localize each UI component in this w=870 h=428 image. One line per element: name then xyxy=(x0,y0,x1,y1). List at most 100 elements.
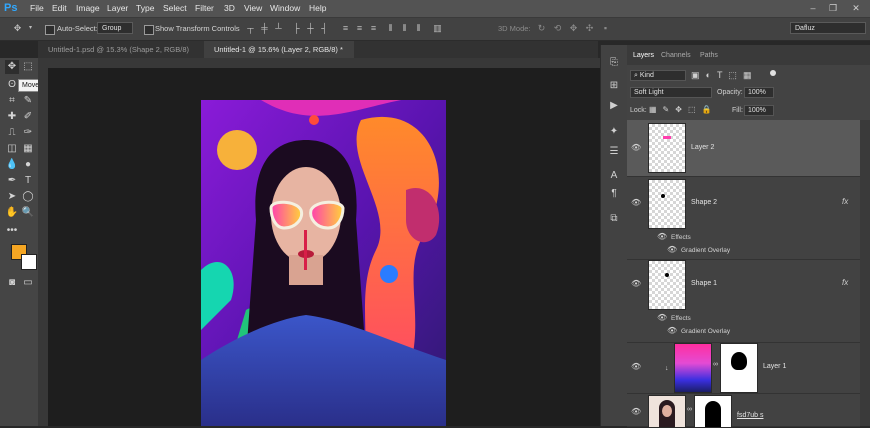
menu-edit[interactable]: Edit xyxy=(52,0,67,17)
link-icon[interactable]: ∞ xyxy=(713,361,718,368)
tab-untitled-1[interactable]: Untitled-1 @ 15.6% (Layer 2, RGB/8) * × xyxy=(204,41,354,71)
history-icon[interactable]: ⎘ xyxy=(608,57,620,69)
menu-view[interactable]: View xyxy=(244,0,262,17)
visibility-eye-icon[interactable]: 👁 xyxy=(631,199,641,207)
fx-icon[interactable]: fx xyxy=(842,278,848,287)
layer-row-shape-2[interactable]: 👁 Shape 2 fx 👁 Effects 👁 Gradient Overla… xyxy=(627,177,860,260)
layer-name[interactable]: Layer 2 xyxy=(691,144,714,151)
tab-channels[interactable]: Channels xyxy=(661,49,691,63)
eyedropper-tool-icon[interactable]: ✎ xyxy=(21,94,35,108)
paragraph-icon[interactable]: ¶ xyxy=(608,188,620,200)
distribute-top-icon[interactable]: ≡ xyxy=(340,23,351,34)
visibility-eye-icon[interactable]: 👁 xyxy=(631,408,641,416)
ellipse-tool-icon[interactable]: ◯ xyxy=(21,190,35,204)
libraries-icon[interactable]: ⧉ xyxy=(608,213,620,225)
distribute-middle-icon[interactable]: ≡ xyxy=(354,23,365,34)
layer-row-shape-1[interactable]: 👁 Shape 1 fx 👁 Effects 👁 Gradient Overla… xyxy=(627,260,860,343)
layers-scrollbar[interactable] xyxy=(860,120,870,426)
layer-row-photo[interactable]: 👁 ∞ fsd7ub s xyxy=(627,394,860,428)
distribute-bottom-icon[interactable]: ≡ xyxy=(368,23,379,34)
layer-row-layer-1[interactable]: 👁 ↓ ∞ Layer 1 xyxy=(627,343,860,394)
filter-kind-dropdown[interactable]: ⌕ Kind xyxy=(630,70,686,81)
eraser-tool-icon[interactable]: ◫ xyxy=(5,142,19,156)
link-icon[interactable]: ∞ xyxy=(687,406,692,413)
align-left-icon[interactable]: ├ xyxy=(291,23,302,34)
lasso-tool-icon[interactable]: ʘ xyxy=(5,78,19,92)
type-tool-icon[interactable]: T xyxy=(21,174,35,188)
pen-tool-icon[interactable]: ✒ xyxy=(5,174,19,188)
auto-select-checkbox[interactable] xyxy=(45,25,55,35)
3d-roll-icon[interactable]: ⟲ xyxy=(552,23,563,34)
menu-file[interactable]: File xyxy=(30,0,44,17)
lock-icons[interactable]: ▦✎✥⬚🔒 xyxy=(649,105,729,115)
quick-mask-icon[interactable]: ◙ xyxy=(5,276,19,290)
filter-toggle-icon[interactable] xyxy=(770,70,776,76)
menu-select[interactable]: Select xyxy=(163,0,187,17)
layer-name[interactable]: fsd7ub s xyxy=(737,412,763,419)
menu-type[interactable]: Type xyxy=(136,0,154,17)
close-button[interactable]: ✕ xyxy=(846,1,866,15)
hand-tool-icon[interactable]: ✋ xyxy=(5,206,19,220)
layer-row-layer-2[interactable]: 👁 Layer 2 xyxy=(627,120,860,177)
fill-field[interactable]: 100% xyxy=(744,105,774,116)
move-tool-icon[interactable]: ✥ xyxy=(5,60,19,74)
3d-slide-icon[interactable]: ✣ xyxy=(584,23,595,34)
history-brush-tool-icon[interactable]: ✑ xyxy=(21,126,35,140)
distribute-right-icon[interactable]: ⫴ xyxy=(413,23,424,34)
layer-mask-thumbnail[interactable] xyxy=(694,395,732,428)
artwork-image[interactable] xyxy=(201,100,446,426)
auto-align-icon[interactable]: ▥ xyxy=(432,23,443,34)
distribute-left-icon[interactable]: ⫴ xyxy=(385,23,396,34)
3d-pan-icon[interactable]: ✥ xyxy=(568,23,579,34)
distribute-center-icon[interactable]: ⫴ xyxy=(399,23,410,34)
menu-image[interactable]: Image xyxy=(76,0,100,17)
visibility-eye-icon[interactable]: 👁 xyxy=(631,363,641,371)
workspace-dropdown[interactable]: Dafluz xyxy=(790,22,866,34)
brush-settings-icon[interactable]: ✦ xyxy=(608,126,620,138)
play-actions-icon[interactable]: ▶ xyxy=(608,100,620,112)
align-bottom-icon[interactable]: ┴ xyxy=(273,23,284,34)
clone-stamp-tool-icon[interactable]: ⎍ xyxy=(5,126,19,140)
menu-3d[interactable]: 3D xyxy=(224,0,235,17)
transform-controls-checkbox[interactable] xyxy=(144,25,154,35)
layer-name[interactable]: Shape 2 xyxy=(691,199,717,206)
layer-filter-icons[interactable]: ▣◐T⬚▦ xyxy=(691,69,781,81)
screen-mode-icon[interactable]: ▭ xyxy=(21,276,35,290)
layer-mask-thumbnail[interactable] xyxy=(720,343,758,393)
chevron-down-icon[interactable]: ▾ xyxy=(25,23,36,34)
menu-layer[interactable]: Layer xyxy=(107,0,128,17)
dodge-tool-icon[interactable]: ● xyxy=(21,158,35,172)
opacity-field[interactable]: 100% xyxy=(744,87,774,98)
background-color-swatch[interactable] xyxy=(21,254,37,270)
align-center-icon[interactable]: ┼ xyxy=(305,23,316,34)
layer-name[interactable]: Shape 1 xyxy=(691,280,717,287)
tab-untitled-1-psd[interactable]: Untitled-1.psd @ 15.3% (Shape 2, RGB/8) … xyxy=(38,41,202,71)
restore-button[interactable]: ❐ xyxy=(823,1,843,15)
blend-mode-dropdown[interactable]: Soft Light xyxy=(630,87,712,98)
minimize-button[interactable]: – xyxy=(803,1,823,15)
more-tools-icon[interactable]: ••• xyxy=(5,224,19,238)
adjustments-icon[interactable]: ☰ xyxy=(608,146,620,158)
path-selection-tool-icon[interactable]: ➤ xyxy=(5,190,19,204)
auto-select-dropdown[interactable]: Group xyxy=(97,22,133,34)
healing-brush-tool-icon[interactable]: ✚ xyxy=(5,110,19,124)
align-top-icon[interactable]: ┬ xyxy=(245,23,256,34)
marquee-tool-icon[interactable]: ⬚ xyxy=(21,60,35,74)
layer-name[interactable]: Layer 1 xyxy=(763,363,786,370)
visibility-eye-icon[interactable]: 👁 xyxy=(631,280,641,288)
character-icon[interactable]: A xyxy=(608,170,620,182)
3d-scale-icon[interactable]: ▪ xyxy=(600,23,611,34)
menu-help[interactable]: Help xyxy=(309,0,326,17)
visibility-eye-icon[interactable]: 👁 xyxy=(667,327,677,335)
3d-orbit-icon[interactable]: ↻ xyxy=(536,23,547,34)
brush-tool-icon[interactable]: ✐ xyxy=(21,110,35,124)
align-middle-icon[interactable]: ╪ xyxy=(259,23,270,34)
move-tool-icon[interactable]: ✥ xyxy=(12,23,23,34)
visibility-eye-icon[interactable]: 👁 xyxy=(657,233,667,241)
tab-layers[interactable]: Layers xyxy=(633,49,654,63)
tab-paths[interactable]: Paths xyxy=(700,49,718,63)
crop-tool-icon[interactable]: ⌗ xyxy=(5,94,19,108)
gradient-tool-icon[interactable]: ▦ xyxy=(21,142,35,156)
visibility-eye-icon[interactable]: 👁 xyxy=(667,246,677,254)
menu-window[interactable]: Window xyxy=(270,0,300,17)
